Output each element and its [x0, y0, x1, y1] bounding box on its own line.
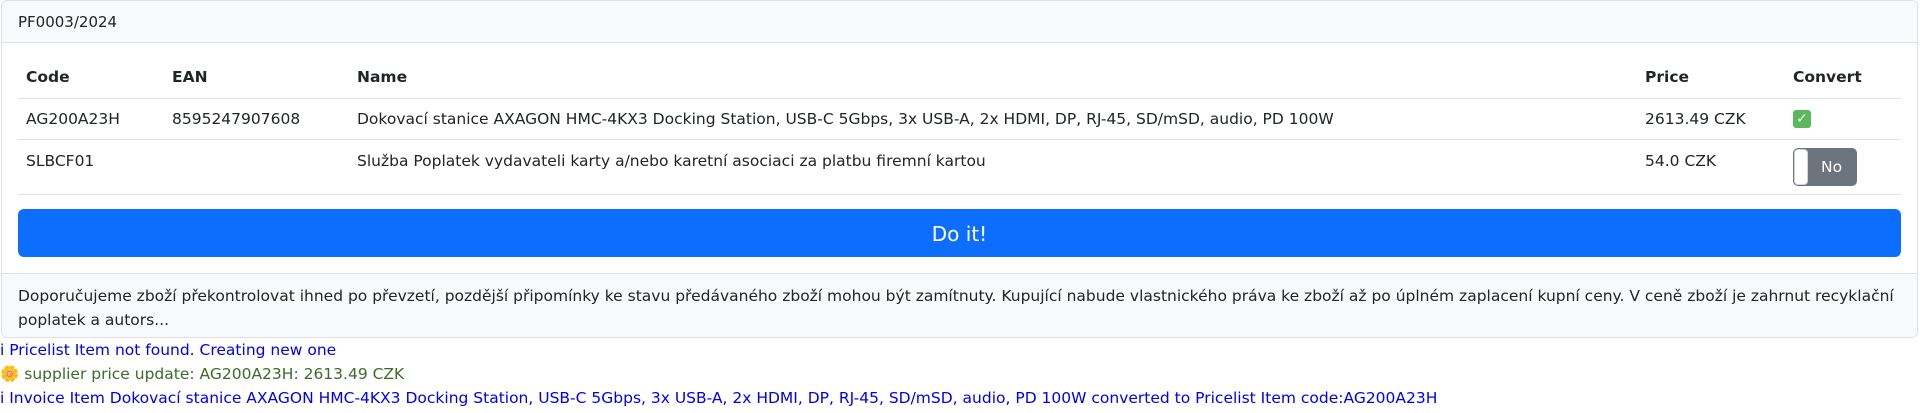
cell-ean: 8595247907608 — [164, 98, 349, 140]
convert-toggle[interactable]: No — [1793, 147, 1857, 186]
invoice-card: PF0003/2024 Code EAN Name Price Convert … — [1, 0, 1918, 338]
log-line-price-update-text: supplier price update: AG200A23H: 2613.4… — [19, 364, 405, 383]
check-icon: ✓ — [1793, 110, 1811, 128]
cell-name: Služba Poplatek vydavateli karty a/nebo … — [349, 139, 1637, 195]
cell-code: AG200A23H — [18, 98, 164, 140]
cell-convert: No — [1785, 139, 1901, 195]
table-row: AG200A23H 8595247907608 Dokovací stanice… — [18, 98, 1901, 140]
column-header-ean: EAN — [164, 57, 349, 99]
toggle-label: No — [1821, 157, 1843, 176]
table-header-row: Code EAN Name Price Convert — [18, 57, 1901, 99]
toggle-knob — [1794, 148, 1808, 185]
table-row: SLBCF01 Služba Poplatek vydavateli karty… — [18, 139, 1901, 195]
card-header: PF0003/2024 — [2, 1, 1917, 43]
cell-code: SLBCF01 — [18, 139, 164, 195]
cell-price: 2613.49 CZK — [1637, 98, 1785, 140]
log-line-price-update: 🌼 supplier price update: AG200A23H: 2613… — [0, 362, 1920, 386]
do-it-button[interactable]: Do it! — [18, 208, 1901, 257]
log-line-converted: i Invoice Item Dokovací stanice AXAGON H… — [0, 388, 1438, 407]
column-header-code: Code — [18, 57, 164, 99]
sun-icon: 🌼 — [0, 364, 20, 383]
column-header-convert: Convert — [1785, 57, 1901, 99]
cell-price: 54.0 CZK — [1637, 139, 1785, 195]
cell-ean — [164, 139, 349, 195]
invoice-number: PF0003/2024 — [18, 12, 118, 31]
card-body: Code EAN Name Price Convert AG200A23H 85… — [2, 43, 1917, 273]
card-footer-note: Doporučujeme zboží překontrolovat ihned … — [2, 272, 1917, 337]
cell-name: Dokovací stanice AXAGON HMC-4KX3 Docking… — [349, 98, 1637, 140]
log-output: i Pricelist Item not found. Creating new… — [0, 338, 1920, 410]
items-table: Code EAN Name Price Convert AG200A23H 85… — [18, 57, 1901, 195]
column-header-name: Name — [349, 57, 1637, 99]
column-header-price: Price — [1637, 57, 1785, 99]
cell-convert: ✓ — [1785, 98, 1901, 140]
log-line-pricelist-not-found: i Pricelist Item not found. Creating new… — [0, 340, 337, 359]
